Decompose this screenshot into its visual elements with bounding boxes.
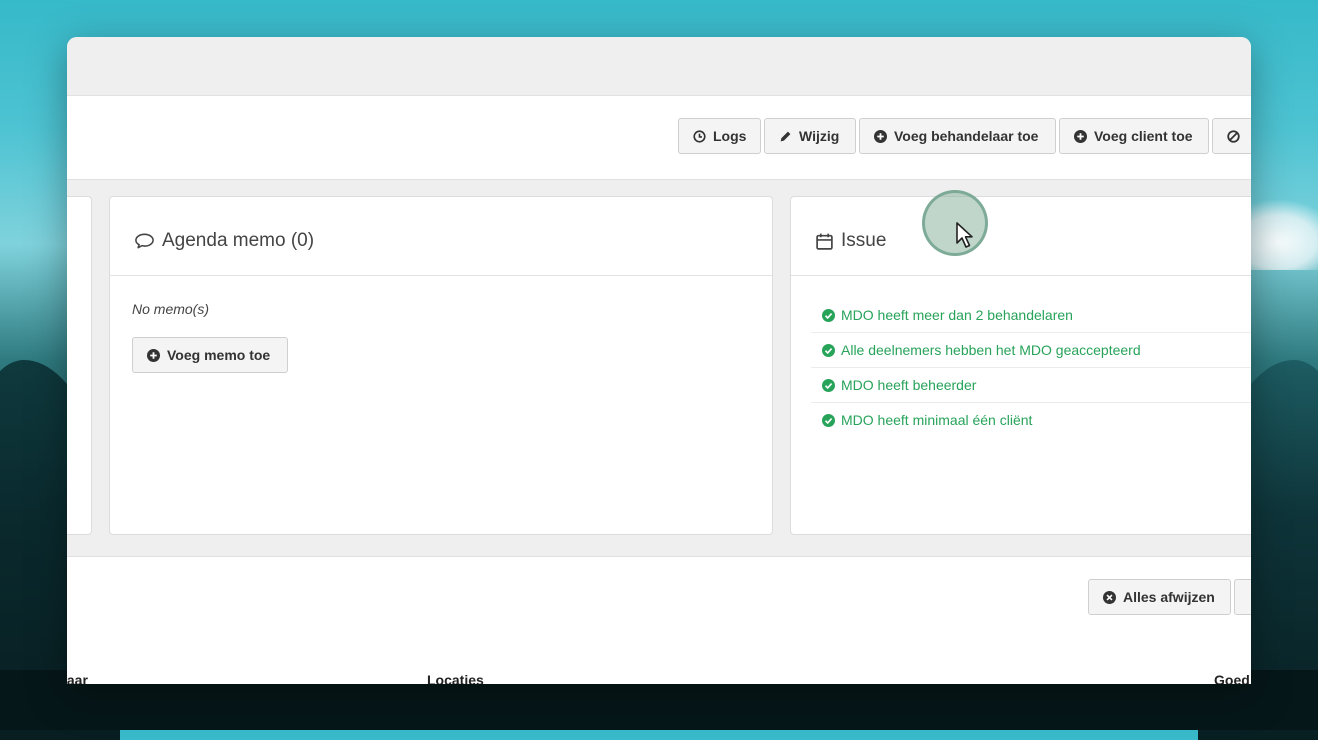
issue-item-text: Alle deelnemers hebben het MDO geaccepte… [841,342,1141,358]
issue-title-text: Issue [841,230,887,251]
check-circle-icon [822,413,835,427]
add-memo-label: Voeg memo toe [167,347,271,363]
list-item: Alle deelnemers hebben het MDO geaccepte… [811,333,1251,368]
issue-panel: Issue MDO heeft meer dan 2 behandelaren … [790,196,1251,535]
clock-icon [693,129,706,143]
issue-item-text: MDO heeft beheerder [841,377,977,393]
add-practitioner-button[interactable]: Voeg behandelaar toe [859,118,1056,154]
calendar-icon [816,233,833,250]
column-header-practitioner: laar [67,672,88,684]
block-button[interactable] [1212,118,1251,154]
reject-all-label: Alles afwijzen [1123,589,1215,605]
window-titlebar [67,37,1251,96]
bulk-action-bar: Alles afwijzen [67,556,1251,641]
add-client-label: Voeg client toe [1094,128,1193,144]
times-circle-icon [1103,590,1116,604]
issue-item-text: MDO heeft minimaal één cliënt [841,412,1033,428]
edit-button[interactable]: Wijzig [764,118,856,154]
check-circle-icon [822,378,835,392]
issue-list: MDO heeft meer dan 2 behandelaren Alle d… [811,298,1251,437]
logs-button[interactable]: Logs [678,118,761,154]
pencil-icon [780,131,791,141]
action-toolbar: Logs Wijzig Voeg behandelaar toe Voeg cl… [67,96,1251,180]
add-memo-button[interactable]: Voeg memo toe [132,337,288,373]
plus-circle-icon [874,129,887,143]
plus-circle-icon [1074,129,1087,143]
edit-button-label: Wijzig [799,128,840,144]
list-item: MDO heeft minimaal één cliënt [811,403,1251,437]
left-panel-partial [67,196,92,535]
column-header-locations: Locaties [427,672,484,684]
app-window: Logs Wijzig Voeg behandelaar toe Voeg cl… [67,37,1251,684]
check-circle-icon [822,343,835,357]
add-practitioner-label: Voeg behandelaar toe [894,128,1039,144]
agenda-memo-title-text: Agenda memo (0) [162,230,315,251]
list-item: MDO heeft meer dan 2 behandelaren [811,298,1251,333]
list-item: MDO heeft beheerder [811,368,1251,403]
reject-all-button[interactable]: Alles afwijzen [1088,579,1231,615]
logs-button-label: Logs [713,128,747,144]
table-header: laar Locaties Goed [67,640,1251,684]
content-area: Agenda memo (0) No memo(s) Voeg memo toe… [67,180,1251,556]
agenda-memo-title: Agenda memo (0) [134,230,314,252]
issue-title: Issue [815,230,886,252]
plus-circle-icon [147,348,160,362]
comment-icon [135,233,154,249]
agenda-memo-panel: Agenda memo (0) No memo(s) Voeg memo toe [109,196,773,535]
add-client-button[interactable]: Voeg client toe [1059,118,1209,154]
column-header-approved: Goed [1214,672,1250,684]
issue-item-text: MDO heeft meer dan 2 behandelaren [841,307,1073,323]
check-circle-icon [822,308,835,322]
no-memo-text: No memo(s) [132,301,210,317]
accept-all-button[interactable] [1234,579,1251,615]
issue-header: Issue [791,197,1251,276]
agenda-memo-header: Agenda memo (0) [110,197,772,276]
mouse-pointer-icon [956,222,973,248]
ban-icon [1227,129,1240,143]
